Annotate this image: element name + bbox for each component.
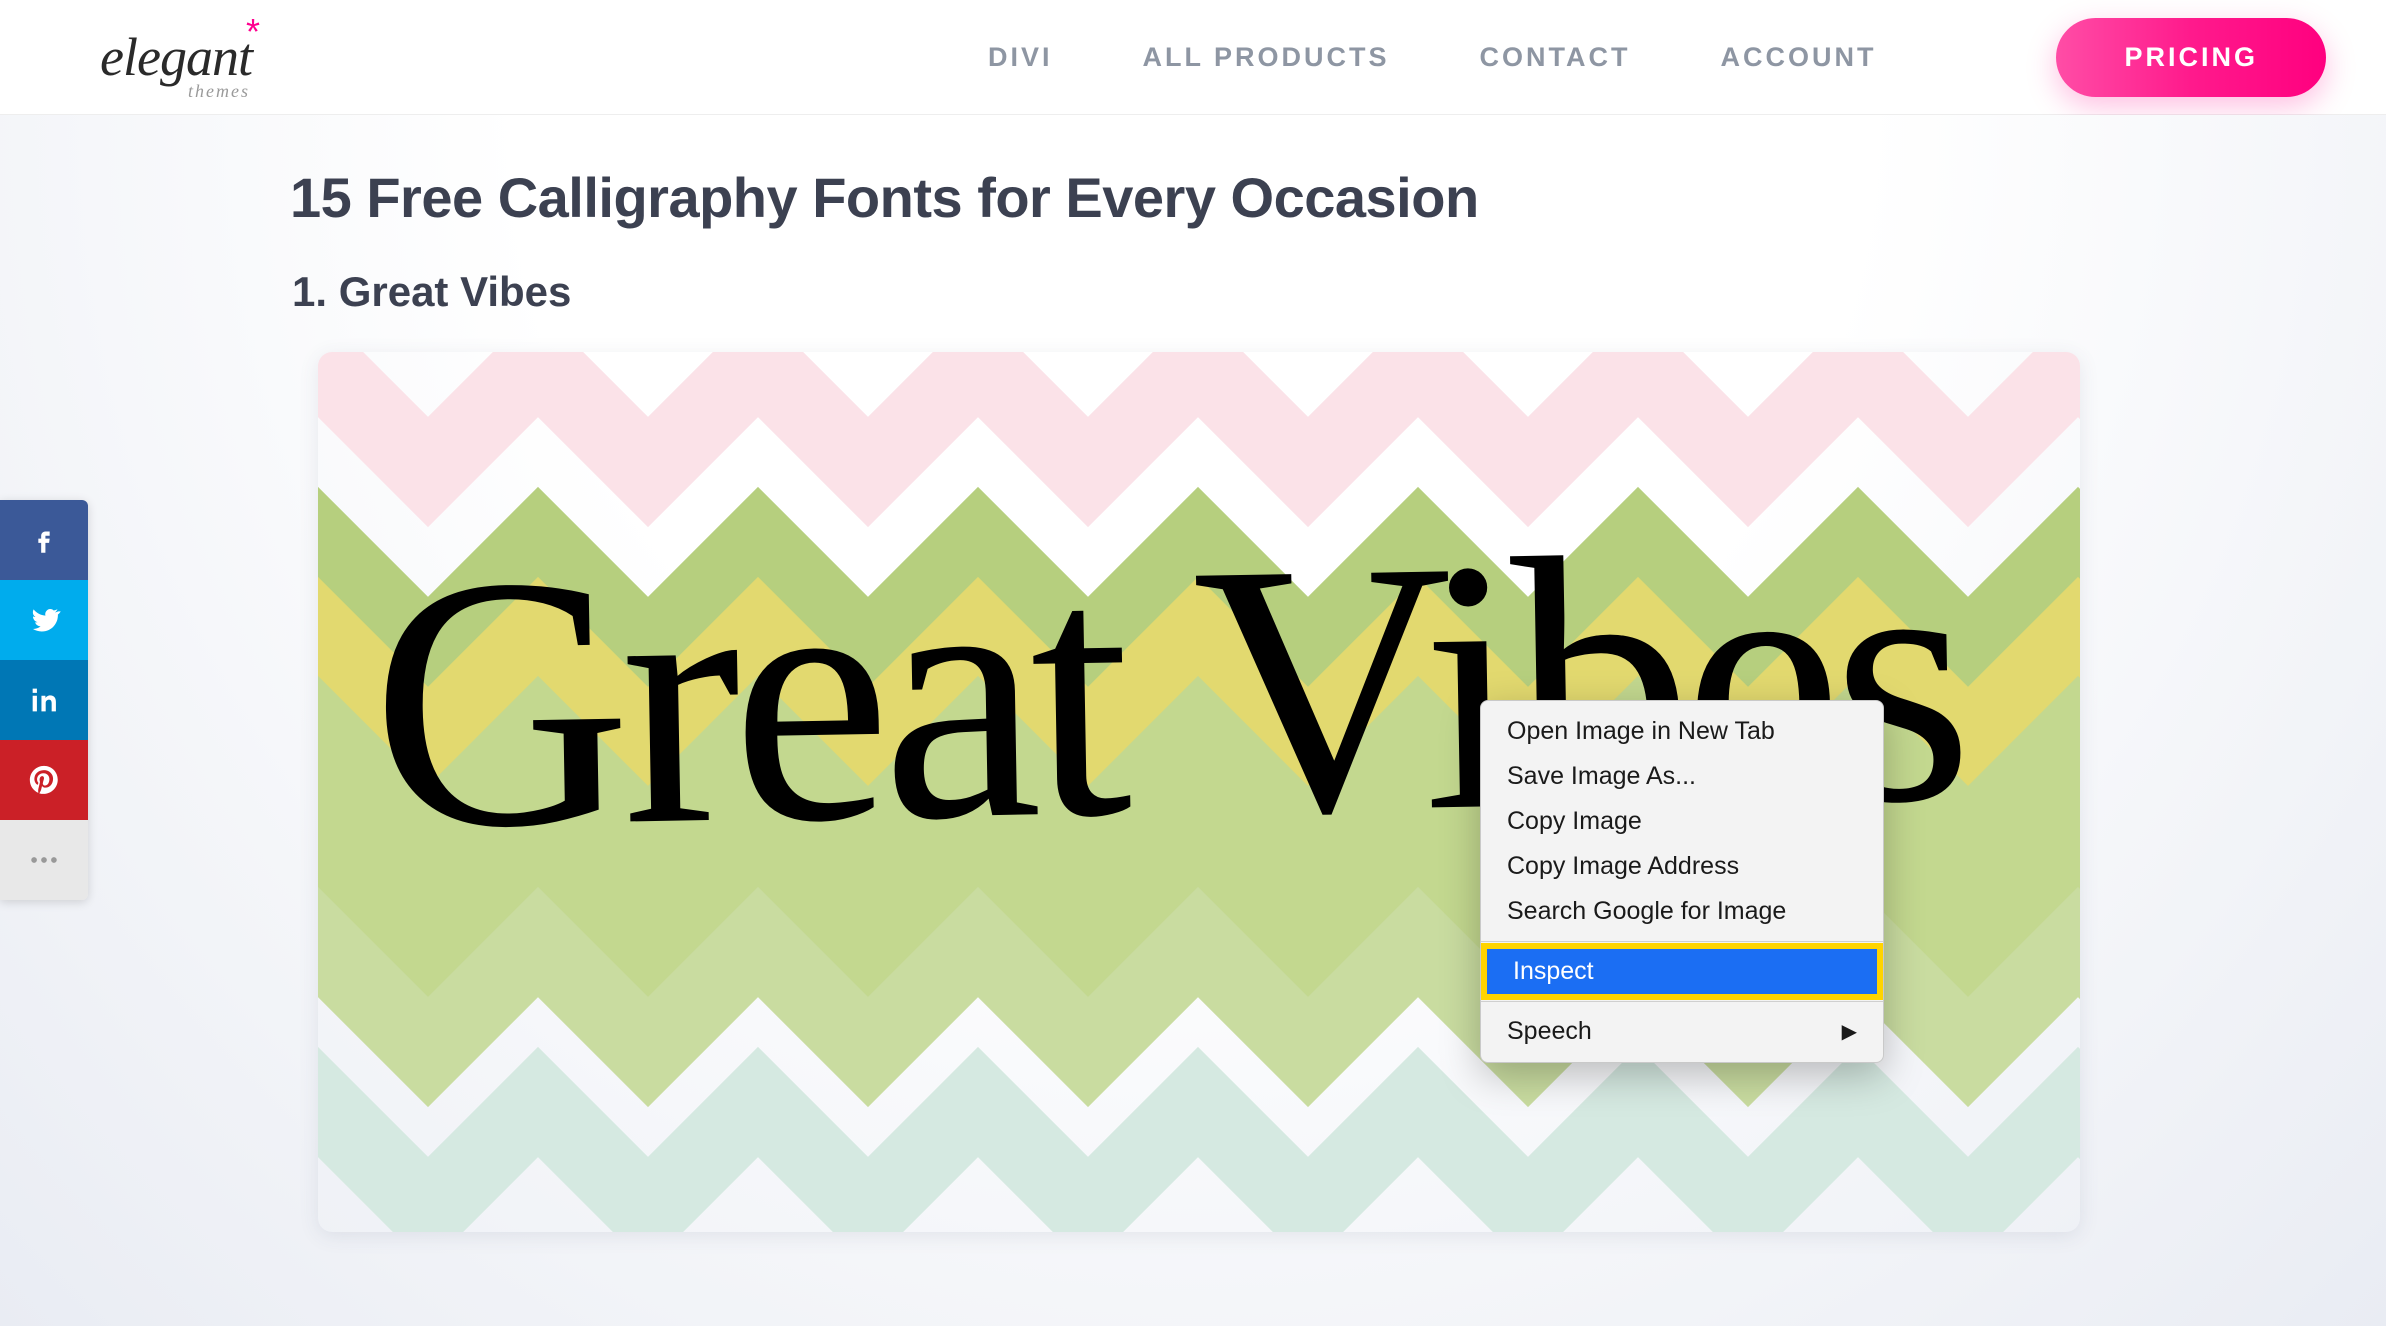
share-linkedin[interactable] bbox=[0, 660, 88, 740]
ctx-copy-image-address[interactable]: Copy Image Address bbox=[1481, 844, 1883, 889]
ctx-inspect-highlight: Inspect bbox=[1481, 943, 1883, 1000]
social-share-rail bbox=[0, 500, 88, 900]
top-nav: elegant * themes DIVI ALL PRODUCTS CONTA… bbox=[0, 0, 2386, 115]
pinterest-icon bbox=[27, 763, 61, 797]
article-title: 15 Free Calligraphy Fonts for Every Occa… bbox=[290, 165, 2096, 230]
brand-subtitle: themes bbox=[188, 81, 250, 102]
nav-all-products[interactable]: ALL PRODUCTS bbox=[1142, 42, 1389, 73]
nav-contact[interactable]: CONTACT bbox=[1480, 42, 1631, 73]
ctx-save-image-as[interactable]: Save Image As... bbox=[1481, 754, 1883, 799]
share-more[interactable] bbox=[0, 820, 88, 900]
share-pinterest[interactable] bbox=[0, 740, 88, 820]
nav-account[interactable]: ACCOUNT bbox=[1720, 42, 1876, 73]
brand-logo[interactable]: elegant * themes bbox=[100, 30, 252, 84]
linkedin-icon bbox=[27, 683, 61, 717]
ctx-copy-image[interactable]: Copy Image bbox=[1481, 799, 1883, 844]
context-menu: Open Image in New Tab Save Image As... C… bbox=[1480, 700, 1884, 1063]
more-icon bbox=[27, 843, 61, 877]
primary-nav: DIVI ALL PRODUCTS CONTACT ACCOUNT PRICIN… bbox=[988, 18, 2326, 97]
ctx-open-image-new-tab[interactable]: Open Image in New Tab bbox=[1481, 709, 1883, 754]
twitter-icon bbox=[27, 603, 61, 637]
submenu-arrow-icon: ▶ bbox=[1842, 1019, 1857, 1044]
brand-name: elegant bbox=[100, 30, 252, 84]
pricing-button[interactable]: PRICING bbox=[2056, 18, 2326, 97]
share-facebook[interactable] bbox=[0, 500, 88, 580]
ctx-separator bbox=[1481, 941, 1883, 942]
ctx-speech-label: Speech bbox=[1507, 1017, 1592, 1046]
ctx-inspect[interactable]: Inspect bbox=[1487, 949, 1877, 994]
article-content: 15 Free Calligraphy Fonts for Every Occa… bbox=[0, 115, 2386, 1232]
ctx-speech[interactable]: Speech ▶ bbox=[1481, 1009, 1883, 1054]
facebook-icon bbox=[27, 523, 61, 557]
ctx-search-google-image[interactable]: Search Google for Image bbox=[1481, 889, 1883, 934]
nav-divi[interactable]: DIVI bbox=[988, 42, 1053, 73]
brand-star-icon: * bbox=[246, 14, 260, 50]
ctx-separator bbox=[1481, 1001, 1883, 1002]
section-heading: 1. Great Vibes bbox=[292, 268, 2096, 316]
share-twitter[interactable] bbox=[0, 580, 88, 660]
